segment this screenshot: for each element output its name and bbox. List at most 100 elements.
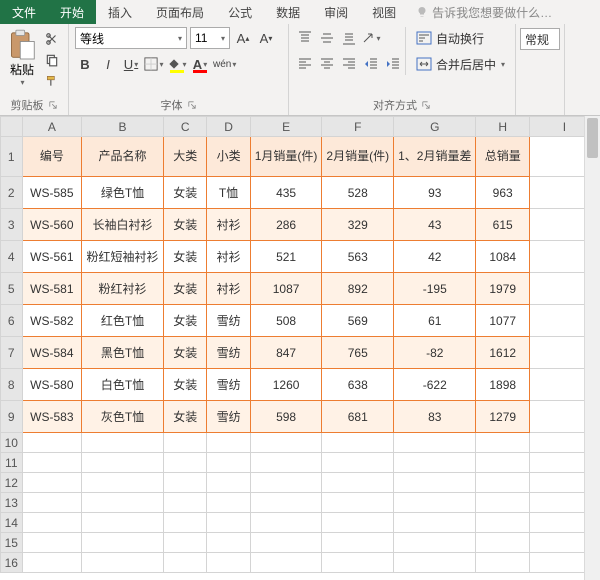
- align-right-button[interactable]: [339, 53, 359, 75]
- table-cell[interactable]: 红色T恤: [82, 305, 164, 337]
- tab-insert[interactable]: 插入: [96, 0, 144, 24]
- cell[interactable]: [250, 553, 322, 573]
- cell[interactable]: [164, 533, 207, 553]
- align-middle-button[interactable]: [317, 27, 337, 49]
- table-cell[interactable]: 286: [250, 209, 322, 241]
- col-header[interactable]: E: [250, 117, 322, 137]
- italic-button[interactable]: I: [98, 53, 118, 75]
- cell[interactable]: [207, 533, 250, 553]
- table-cell[interactable]: WS-584: [22, 337, 82, 369]
- table-header-cell[interactable]: 1月销量(件): [250, 137, 322, 177]
- table-cell[interactable]: 白色T恤: [82, 369, 164, 401]
- table-cell[interactable]: 雪纺: [207, 401, 250, 433]
- cell[interactable]: [22, 453, 82, 473]
- dialog-launcher-icon[interactable]: [421, 100, 431, 110]
- bold-button[interactable]: B: [75, 53, 95, 75]
- tab-review[interactable]: 审阅: [312, 0, 360, 24]
- table-cell[interactable]: 521: [250, 241, 322, 273]
- cell[interactable]: [164, 473, 207, 493]
- cell[interactable]: [22, 473, 82, 493]
- col-header[interactable]: A: [22, 117, 82, 137]
- dialog-launcher-icon[interactable]: [48, 100, 58, 110]
- underline-button[interactable]: U▾: [121, 53, 141, 75]
- table-cell[interactable]: 598: [250, 401, 322, 433]
- table-cell[interactable]: 1084: [476, 241, 529, 273]
- table-cell[interactable]: -195: [394, 273, 476, 305]
- table-cell[interactable]: 963: [476, 177, 529, 209]
- increase-font-button[interactable]: A▴: [233, 27, 253, 49]
- table-cell[interactable]: 563: [322, 241, 394, 273]
- cell[interactable]: [82, 553, 164, 573]
- table-cell[interactable]: 528: [322, 177, 394, 209]
- cell[interactable]: [82, 513, 164, 533]
- border-button[interactable]: ▾: [144, 53, 164, 75]
- row-header[interactable]: 3: [1, 209, 23, 241]
- cell[interactable]: [207, 553, 250, 573]
- cell[interactable]: [322, 473, 394, 493]
- table-cell[interactable]: 衬衫: [207, 273, 250, 305]
- tab-home[interactable]: 开始: [48, 0, 96, 24]
- tab-data[interactable]: 数据: [264, 0, 312, 24]
- cell[interactable]: [82, 533, 164, 553]
- row-header[interactable]: 5: [1, 273, 23, 305]
- table-header-cell[interactable]: 1、2月销量差: [394, 137, 476, 177]
- cell[interactable]: [164, 433, 207, 453]
- align-top-button[interactable]: [295, 27, 315, 49]
- table-cell[interactable]: 1898: [476, 369, 529, 401]
- table-cell[interactable]: -82: [394, 337, 476, 369]
- table-cell[interactable]: -622: [394, 369, 476, 401]
- table-cell[interactable]: WS-582: [22, 305, 82, 337]
- paste-button[interactable]: 粘贴 ▾: [6, 27, 38, 90]
- cell[interactable]: [322, 533, 394, 553]
- row-header[interactable]: 15: [1, 533, 23, 553]
- table-cell[interactable]: 93: [394, 177, 476, 209]
- format-painter-button[interactable]: [42, 72, 62, 90]
- col-header[interactable]: H: [476, 117, 529, 137]
- row-header[interactable]: 7: [1, 337, 23, 369]
- table-cell[interactable]: WS-585: [22, 177, 82, 209]
- row-header[interactable]: 10: [1, 433, 23, 453]
- cell[interactable]: [250, 453, 322, 473]
- row-header[interactable]: 4: [1, 241, 23, 273]
- cell[interactable]: [82, 453, 164, 473]
- cut-button[interactable]: [42, 30, 62, 48]
- table-cell[interactable]: WS-581: [22, 273, 82, 305]
- row-header[interactable]: 12: [1, 473, 23, 493]
- cell[interactable]: [82, 473, 164, 493]
- cell[interactable]: [394, 473, 476, 493]
- table-header-cell[interactable]: 小类: [207, 137, 250, 177]
- number-format-select[interactable]: 常规: [520, 28, 560, 50]
- phonetic-button[interactable]: wén▾: [213, 53, 236, 75]
- table-cell[interactable]: 黑色T恤: [82, 337, 164, 369]
- table-cell[interactable]: 1612: [476, 337, 529, 369]
- cell[interactable]: [476, 473, 529, 493]
- table-cell[interactable]: 765: [322, 337, 394, 369]
- font-size-select[interactable]: 11▾: [190, 27, 230, 49]
- cell[interactable]: [394, 533, 476, 553]
- cell[interactable]: [82, 433, 164, 453]
- table-cell[interactable]: 衬衫: [207, 241, 250, 273]
- table-cell[interactable]: 847: [250, 337, 322, 369]
- table-cell[interactable]: 1260: [250, 369, 322, 401]
- table-header-cell[interactable]: 产品名称: [82, 137, 164, 177]
- cell[interactable]: [476, 513, 529, 533]
- tab-formulas[interactable]: 公式: [216, 0, 264, 24]
- select-all-corner[interactable]: [1, 117, 23, 137]
- cell[interactable]: [394, 453, 476, 473]
- table-cell[interactable]: 435: [250, 177, 322, 209]
- cell[interactable]: [207, 493, 250, 513]
- row-header[interactable]: 1: [1, 137, 23, 177]
- cell[interactable]: [394, 493, 476, 513]
- col-header[interactable]: D: [207, 117, 250, 137]
- table-cell[interactable]: 长袖白衬衫: [82, 209, 164, 241]
- cell[interactable]: [394, 513, 476, 533]
- table-cell[interactable]: 粉红衬衫: [82, 273, 164, 305]
- table-cell[interactable]: 女装: [164, 401, 207, 433]
- table-cell[interactable]: WS-583: [22, 401, 82, 433]
- cell[interactable]: [476, 533, 529, 553]
- table-cell[interactable]: 1077: [476, 305, 529, 337]
- cell[interactable]: [476, 453, 529, 473]
- copy-button[interactable]: [42, 51, 62, 69]
- table-cell[interactable]: 女装: [164, 209, 207, 241]
- table-cell[interactable]: 61: [394, 305, 476, 337]
